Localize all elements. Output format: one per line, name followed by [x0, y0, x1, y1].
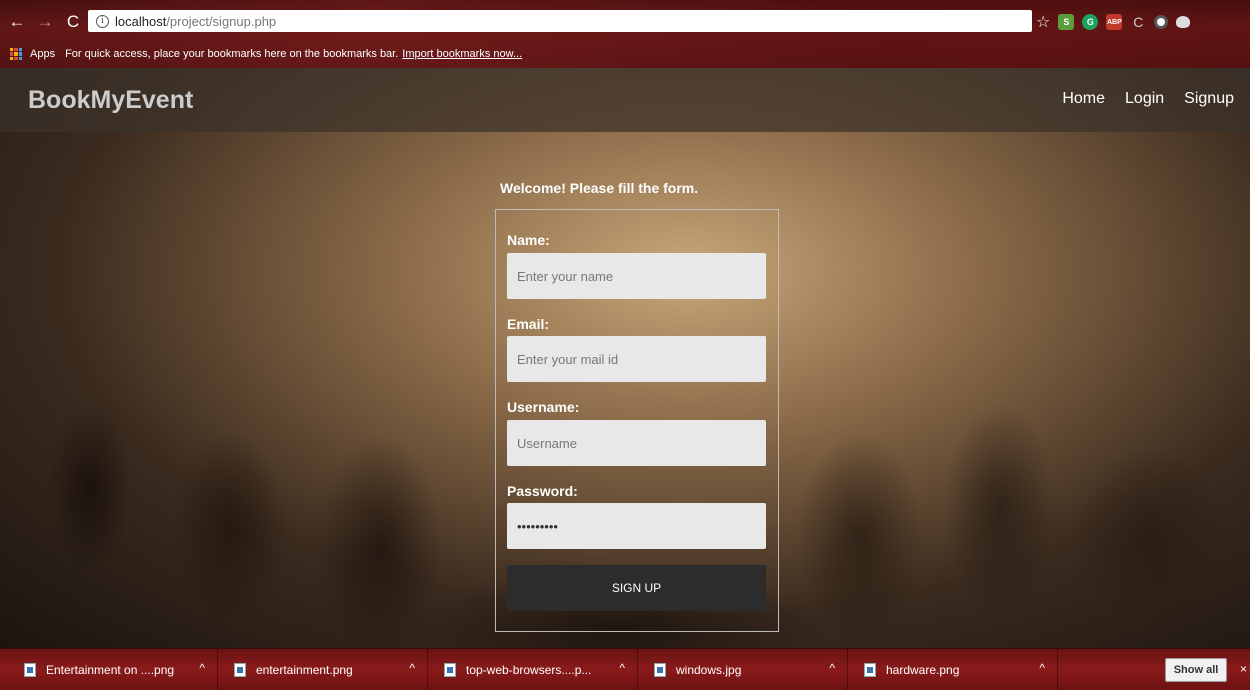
import-bookmarks-link[interactable]: Import bookmarks now... [402, 48, 522, 60]
download-filename: entertainment.png [256, 663, 353, 677]
adblock-icon[interactable]: ABP [1106, 14, 1123, 30]
back-button[interactable]: ← [6, 11, 28, 33]
extension-c-icon[interactable]: C [1130, 14, 1146, 30]
reload-button[interactable]: C [62, 11, 84, 33]
welcome-heading: Welcome! Please fill the form. [500, 180, 699, 196]
show-all-button[interactable]: Show all [1165, 658, 1227, 682]
forward-button[interactable]: → [34, 11, 56, 33]
url-host: localhost [115, 13, 167, 29]
name-label: Name: [507, 232, 550, 248]
download-item[interactable]: hardware.png ^ [848, 649, 1058, 690]
bookmark-star-icon[interactable]: ☆ [1036, 12, 1050, 32]
image-file-icon [864, 663, 876, 677]
site-info-icon[interactable]: i [96, 14, 109, 28]
browser-chrome: ← → C i localhost/project/signup.php ☆ S… [0, 0, 1250, 68]
password-input[interactable] [507, 503, 766, 549]
chevron-up-icon[interactable]: ^ [829, 661, 835, 675]
image-file-icon [444, 663, 456, 677]
brand-logo[interactable]: BookMyEvent [28, 86, 193, 115]
browser-toolbar: ← → C i localhost/project/signup.php ☆ S… [0, 6, 1250, 38]
download-filename: Entertainment on ....png [46, 663, 175, 677]
nav-home-link[interactable]: Home [1062, 90, 1105, 108]
signup-form: Name: Email: Username: Password: SIGN UP [495, 209, 779, 632]
apps-grid-icon[interactable] [10, 48, 22, 60]
download-shelf: Entertainment on ....png ^ entertainment… [0, 648, 1250, 690]
extension-circle-icon[interactable] [1154, 15, 1169, 29]
signup-button[interactable]: SIGN UP [507, 565, 766, 611]
bookmarks-bar: Apps For quick access, place your bookma… [0, 44, 1250, 64]
url-path: /project/signup.php [166, 13, 277, 29]
extension-g-icon[interactable]: G [1082, 14, 1099, 30]
chevron-up-icon[interactable]: ^ [199, 661, 205, 675]
extension-s-icon[interactable]: S [1058, 14, 1075, 30]
email-label: Email: [507, 316, 550, 332]
bookmarks-hint: For quick access, place your bookmarks h… [65, 48, 399, 60]
extension-puzzle-icon[interactable] [1176, 16, 1191, 28]
nav-links: Home Login Signup [1062, 90, 1234, 108]
chevron-up-icon[interactable]: ^ [619, 661, 625, 675]
extensions-area: ☆ S G ABP C [1036, 12, 1191, 32]
site-navbar: BookMyEvent Home Login Signup [0, 68, 1250, 132]
close-icon[interactable]: × [1240, 662, 1247, 676]
email-input[interactable] [507, 336, 766, 382]
apps-link[interactable]: Apps [30, 48, 55, 60]
download-filename: top-web-browsers....p... [466, 663, 592, 677]
download-item[interactable]: windows.jpg ^ [638, 649, 848, 690]
image-file-icon [234, 663, 246, 677]
download-item[interactable]: Entertainment on ....png ^ [8, 649, 218, 690]
chevron-up-icon[interactable]: ^ [409, 661, 415, 675]
page-viewport: BookMyEvent Home Login Signup Welcome! P… [0, 68, 1250, 648]
download-item[interactable]: top-web-browsers....p... ^ [428, 649, 638, 690]
password-label: Password: [507, 483, 578, 499]
download-filename: windows.jpg [676, 663, 742, 677]
username-label: Username: [507, 399, 580, 415]
image-file-icon [654, 663, 666, 677]
nav-login-link[interactable]: Login [1125, 90, 1164, 108]
name-input[interactable] [507, 253, 766, 299]
username-input[interactable] [507, 420, 766, 466]
image-file-icon [24, 663, 36, 677]
download-filename: hardware.png [886, 663, 960, 677]
address-bar[interactable]: i localhost/project/signup.php [88, 10, 1032, 32]
chevron-up-icon[interactable]: ^ [1039, 661, 1045, 675]
nav-signup-link[interactable]: Signup [1184, 90, 1234, 108]
download-item[interactable]: entertainment.png ^ [218, 649, 428, 690]
